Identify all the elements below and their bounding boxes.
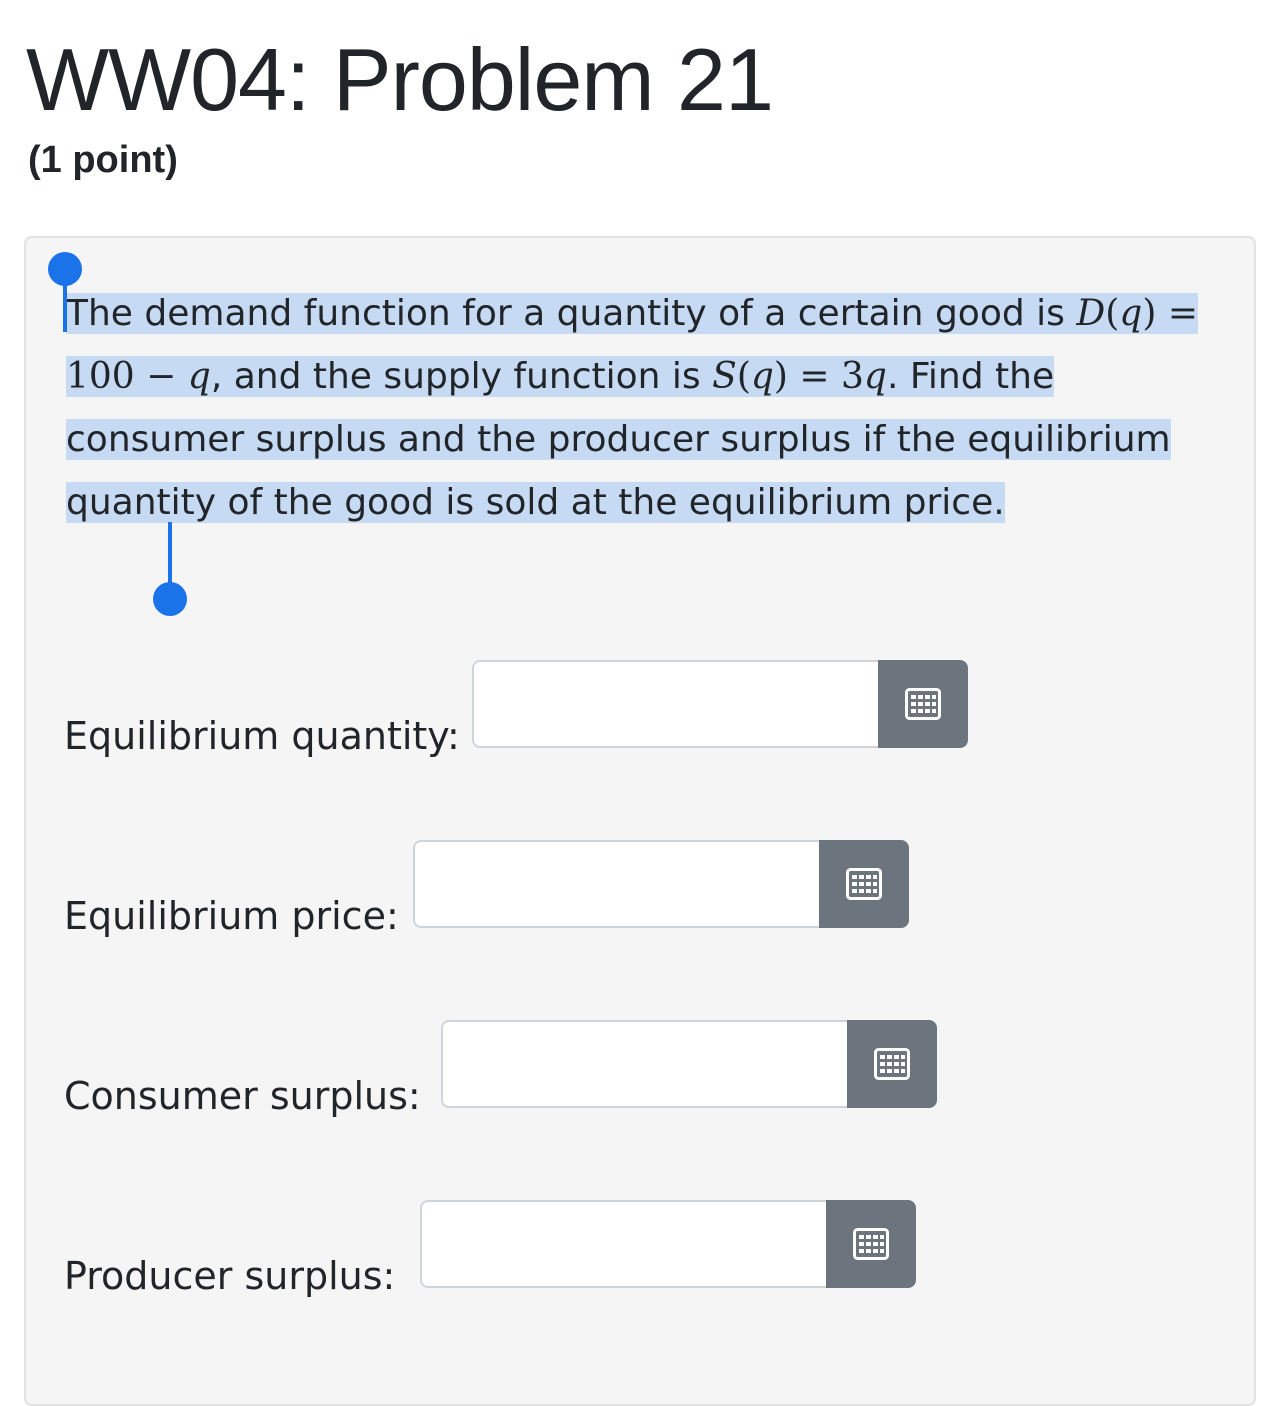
producer-surplus-input[interactable]	[420, 1200, 826, 1288]
producer-surplus-keyboard-button[interactable]	[826, 1200, 916, 1288]
producer-surplus-label: Producer surplus:	[64, 1254, 396, 1298]
equilibrium-price-label: Equilibrium price:	[64, 894, 399, 938]
equilibrium-price-keyboard-button[interactable]	[819, 840, 909, 928]
equilibrium-quantity-input[interactable]	[472, 660, 878, 748]
problem-text-intro: The demand function for a quantity of a …	[66, 293, 1065, 334]
keyboard-icon	[874, 1048, 910, 1080]
keyboard-icon	[846, 868, 882, 900]
problem-card: The demand function for a quantity of a …	[24, 236, 1256, 1406]
consumer-surplus-input[interactable]	[441, 1020, 847, 1108]
consumer-surplus-keyboard-button[interactable]	[847, 1020, 937, 1108]
selection-end-caret	[168, 522, 172, 584]
page-title: WW04: Problem 21	[26, 30, 774, 129]
points-label: (1 point)	[28, 139, 178, 181]
selection-end-handle[interactable]	[153, 582, 187, 616]
problem-statement[interactable]: The demand function for a quantity of a …	[66, 282, 1226, 534]
problem-text-mid: , and the supply function is	[210, 356, 701, 397]
equilibrium-price-input[interactable]	[413, 840, 819, 928]
equilibrium-quantity-keyboard-button[interactable]	[878, 660, 968, 748]
keyboard-icon	[853, 1228, 889, 1260]
keyboard-icon	[905, 688, 941, 720]
supply-function: S(q) = 3q	[712, 356, 887, 397]
equilibrium-quantity-label: Equilibrium quantity:	[64, 714, 460, 758]
selection-start-caret	[63, 274, 67, 332]
consumer-surplus-label: Consumer surplus:	[64, 1074, 421, 1118]
